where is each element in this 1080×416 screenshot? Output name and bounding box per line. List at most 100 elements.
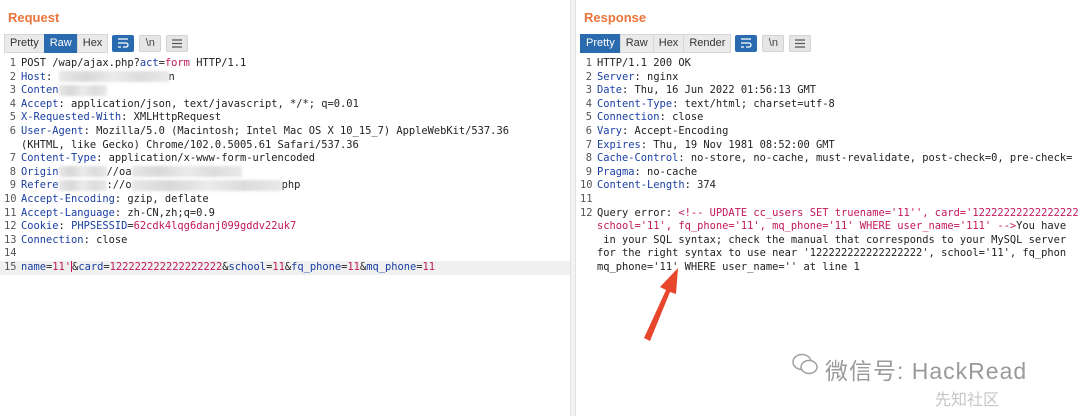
syntax-key: act xyxy=(139,57,159,69)
line-text: HTTP/1.1 200 OK xyxy=(597,57,691,71)
line-number: 6 xyxy=(9,124,16,137)
request-line: 1 POST /wap/ajax.php?act=form HTTP/1.1 xyxy=(0,57,570,71)
request-tab-hex[interactable]: Hex xyxy=(76,33,109,53)
watermark-text: 微信号: HackRead xyxy=(825,358,1028,384)
newline-icon[interactable]: \n xyxy=(762,34,785,52)
line-text: POST /wap/ajax.php?act=form HTTP/1.1 xyxy=(21,57,246,71)
line-number: 8 xyxy=(9,165,16,178)
wrap-lines-icon[interactable] xyxy=(112,34,135,52)
syntax-text: : Thu, 16 Jun 2022 01:56:13 GMT xyxy=(622,84,816,97)
line-text: Date: Thu, 16 Jun 2022 01:56:13 GMT xyxy=(597,84,816,98)
response-line: school='11', fq_phone='11', mq_phone='11… xyxy=(576,220,1080,234)
line-text: mq_phone='11' WHERE user_name='' at line… xyxy=(597,261,860,275)
syntax-key: Content-Type xyxy=(597,97,673,110)
syntax-text: in your SQL syntax; check the manual tha… xyxy=(597,233,1067,246)
line-text: Origin //oa xyxy=(21,166,242,180)
line-number: 9 xyxy=(9,179,16,192)
line-number: 4 xyxy=(9,97,16,110)
syntax-key: name xyxy=(21,260,47,273)
line-text: Query error: <!-- UPDATE cc_users SET tr… xyxy=(597,207,1079,221)
line-number: 7 xyxy=(585,138,592,151)
line-text: Vary: Accept-Encoding xyxy=(597,125,728,139)
request-line: 13 Connection: close xyxy=(0,234,570,248)
line-number: 12 xyxy=(4,220,17,233)
line-text: Cookie: PHPSESSID=62cdk4lqg6danj099gddv2… xyxy=(21,220,296,234)
syntax-text: (KHTML, like Gecko) Chrome/102.0.5005.61… xyxy=(21,138,359,151)
response-line: 5 Connection: close xyxy=(576,111,1080,125)
line-number: 5 xyxy=(585,111,592,124)
syntax-text: : nginx xyxy=(634,70,679,83)
line-text: Expires: Thu, 19 Nov 1981 08:52:00 GMT xyxy=(597,139,835,153)
syntax-text: : Thu, 19 Nov 1981 08:52:00 GMT xyxy=(640,138,835,151)
newline-icon[interactable]: \n xyxy=(139,34,162,52)
redacted-text xyxy=(131,166,242,178)
line-text: Connection: close xyxy=(597,111,703,125)
request-line: 11 Accept-Language: zh-CN,zh;q=0.9 xyxy=(0,207,570,221)
syntax-value: form xyxy=(164,57,190,69)
request-line: 7 Content-Type: application/x-www-form-ur… xyxy=(0,152,570,166)
request-line: 3 Conten xyxy=(0,84,570,98)
syntax-key: Conten xyxy=(21,84,59,97)
menu-icon[interactable] xyxy=(789,34,812,52)
line-number: 4 xyxy=(585,97,592,110)
syntax-key: Cookie xyxy=(21,220,59,233)
wechat-logo-icon xyxy=(792,353,818,375)
menu-icon[interactable] xyxy=(166,34,189,52)
response-tab-pretty[interactable]: Pretty xyxy=(580,33,621,53)
syntax-value: 11 xyxy=(422,260,436,273)
syntax-text: HTTP/1.1 xyxy=(189,57,247,69)
syntax-text: php xyxy=(281,179,301,192)
syntax-key: Content-Length xyxy=(597,179,685,192)
line-text: Cache-Control: no-store, no-cache, must-… xyxy=(597,152,1072,166)
line-text: X-Requested-With: XMLHttpRequest xyxy=(21,111,221,125)
response-line: 9 Pragma: no-cache xyxy=(576,166,1080,180)
line-number: 8 xyxy=(585,152,592,165)
response-line: mq_phone='11' WHERE user_name='' at line… xyxy=(576,261,1080,275)
line-number: 2 xyxy=(9,70,16,83)
response-viewer[interactable]: 1 HTTP/1.1 200 OK 2 Server: nginx 3 Date: Thu… xyxy=(576,57,1080,275)
redacted-text xyxy=(58,179,107,191)
request-line: (KHTML, like Gecko) Chrome/102.0.5005.61… xyxy=(0,139,570,153)
syntax-text: : no-store, no-cache, must-revalidate, p… xyxy=(678,152,1073,165)
line-text: Conten xyxy=(21,84,107,98)
request-editor[interactable]: 1 POST /wap/ajax.php?act=form HTTP/1.1 2 Ho… xyxy=(0,57,570,275)
syntax-key: Host xyxy=(21,70,47,83)
request-line: 2 Host: n xyxy=(0,71,570,85)
line-text: school='11', fq_phone='11', mq_phone='11… xyxy=(597,220,1066,234)
response-tab-hex[interactable]: Hex xyxy=(652,33,685,53)
syntax-text: ://o xyxy=(106,179,132,192)
response-line: 6 Vary: Accept-Encoding xyxy=(576,125,1080,139)
syntax-key: Server xyxy=(597,70,635,83)
request-line: 5 X-Requested-With: XMLHttpRequest xyxy=(0,111,570,125)
line-text: Server: nginx xyxy=(597,71,678,85)
line-text: Connection: close xyxy=(21,234,127,248)
syntax-text: : XMLHttpRequest xyxy=(121,111,222,124)
response-tab-raw[interactable]: Raw xyxy=(619,33,654,53)
request-line: 12 Cookie: PHPSESSID=62cdk4lqg6danj099gdd… xyxy=(0,220,570,234)
request-title: Request xyxy=(8,10,60,25)
syntax-key: PHPSESSID xyxy=(71,220,128,233)
syntax-text: : no-cache xyxy=(634,165,698,178)
redacted-text xyxy=(58,71,169,83)
line-number: 12 xyxy=(580,206,593,219)
line-text: Refere://o php xyxy=(21,179,300,193)
line-text: Content-Length: 374 xyxy=(597,179,716,193)
line-number: 3 xyxy=(9,84,16,97)
syntax-key: Connection xyxy=(597,111,660,124)
syntax-text: : close xyxy=(83,233,128,246)
line-text: Accept-Language: zh-CN,zh;q=0.9 xyxy=(21,207,215,221)
request-panel: Request Pretty Raw Hex \n 1 POST /wap/aja… xyxy=(0,0,570,416)
line-number: 7 xyxy=(9,152,16,165)
line-number: 1 xyxy=(9,57,16,69)
wrap-lines-icon[interactable] xyxy=(735,34,758,52)
response-title: Response xyxy=(584,10,647,25)
request-tab-pretty[interactable]: Pretty xyxy=(4,33,45,53)
response-tab-render[interactable]: Render xyxy=(683,33,732,53)
request-toolbar: Pretty Raw Hex \n xyxy=(4,33,189,53)
syntax-value: 122222222222222222 xyxy=(109,260,223,273)
syntax-text: : gzip, deflate xyxy=(114,192,209,205)
redacted-text xyxy=(131,179,282,191)
request-tab-raw[interactable]: Raw xyxy=(43,33,78,53)
syntax-key: Content-Type xyxy=(21,152,97,165)
syntax-key: User-Agent xyxy=(21,124,84,137)
